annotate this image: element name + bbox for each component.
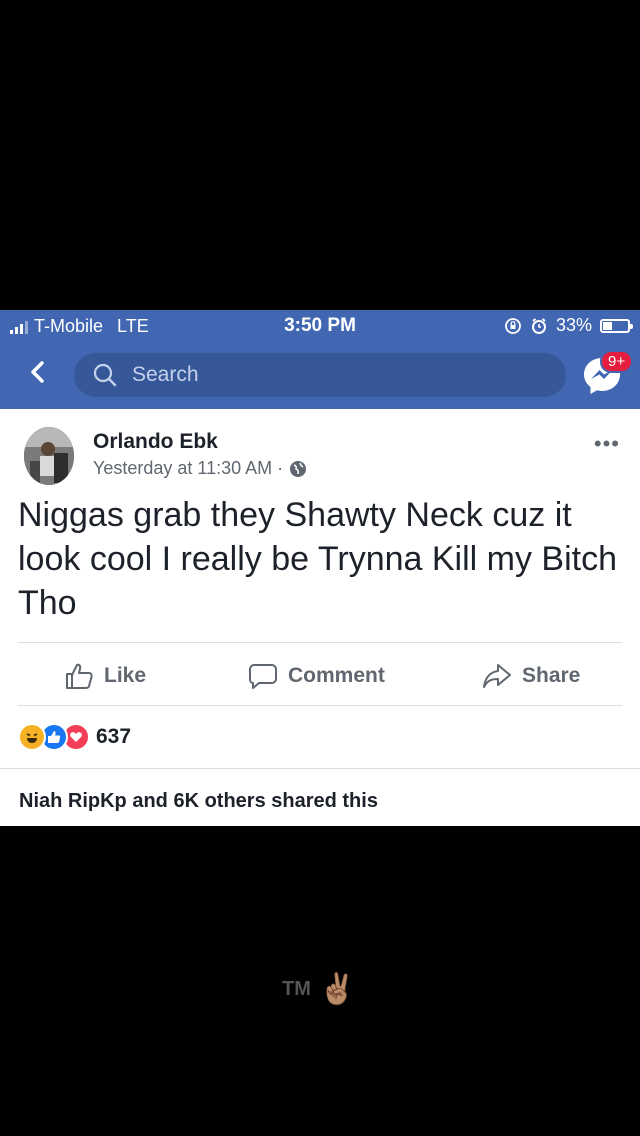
comment-button[interactable]: Comment	[248, 651, 385, 701]
post-meta: Yesterday at 11:30 AM ·	[93, 458, 307, 479]
watermark: TM ✌🏽	[282, 972, 356, 1007]
shared-by-text[interactable]: Niah RipKp and 6K others shared this	[19, 790, 378, 813]
alarm-icon	[531, 317, 546, 334]
like-label: Like	[104, 664, 147, 687]
reaction-summary[interactable]: 637	[18, 723, 131, 751]
comment-label: Comment	[288, 664, 385, 687]
share-button[interactable]: Share	[482, 651, 580, 701]
back-chevron-icon[interactable]	[22, 356, 54, 388]
share-label: Share	[522, 664, 581, 687]
reaction-count: 637	[96, 725, 132, 748]
notification-badge: 9+	[600, 350, 634, 373]
search-icon	[93, 363, 117, 387]
thumbs-up-icon	[66, 663, 93, 689]
avatar[interactable]	[24, 427, 74, 485]
battery-percent: 33%	[555, 315, 592, 335]
rotation-lock-icon	[505, 317, 521, 334]
divider	[18, 642, 622, 643]
status-right: 33%	[504, 315, 633, 336]
avatar-photo	[24, 427, 74, 485]
post-timestamp[interactable]: Yesterday at 11:30 AM ·	[93, 458, 283, 479]
search-input[interactable]: Search	[74, 353, 566, 397]
more-options-icon[interactable]: •••	[594, 431, 620, 457]
post-actions: Like Comment Share	[0, 651, 640, 701]
divider	[18, 705, 622, 706]
app-header: T-Mobile LTE 3:50 PM 33% Search 9+	[0, 310, 640, 409]
comment-icon	[249, 664, 277, 689]
nav-bar: Search 9+	[0, 350, 640, 402]
battery-icon	[600, 318, 633, 333]
facebook-screen: T-Mobile LTE 3:50 PM 33% Search 9+ Orlan…	[0, 310, 640, 826]
globe-icon	[290, 460, 307, 477]
share-icon	[483, 664, 511, 688]
author-name[interactable]: Orlando Ebk	[93, 430, 218, 454]
search-placeholder: Search	[132, 363, 199, 386]
post-text: Niggas grab they Shawty Neck cuz it look…	[18, 496, 618, 622]
victory-hand-icon: ✌🏽	[318, 973, 357, 1006]
like-button[interactable]: Like	[64, 651, 146, 701]
watermark-text: TM	[282, 978, 311, 1000]
haha-reaction-icon	[18, 723, 46, 751]
divider	[0, 768, 640, 769]
status-bar: T-Mobile LTE 3:50 PM 33%	[0, 310, 640, 342]
